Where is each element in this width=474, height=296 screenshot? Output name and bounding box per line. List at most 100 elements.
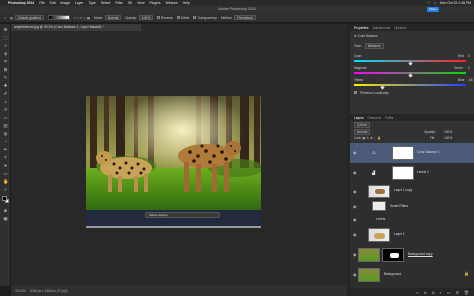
visibility-eye-icon[interactable]: ◉ [353, 252, 357, 257]
layer-mask-thumbnail[interactable] [392, 166, 414, 180]
object-selection-tool-icon[interactable]: ⬗ [3, 51, 8, 56]
preserve-luminosity-check[interactable] [354, 91, 357, 94]
foreground-color-swatch[interactable] [2, 196, 7, 201]
history-brush-tool-icon[interactable]: ↺ [3, 107, 8, 112]
link-layers-icon[interactable]: ∞ [416, 290, 419, 295]
menu-filter[interactable]: Filter [115, 1, 123, 5]
blend-mode-select[interactable]: Normal [354, 129, 371, 135]
frame-tool-icon[interactable]: ⊠ [3, 67, 8, 72]
yellow-blue-value[interactable]: -56 [468, 78, 473, 82]
gradient-tool-icon[interactable]: ▥ [3, 123, 8, 128]
menu-window[interactable]: Window [166, 1, 178, 5]
smart-filters-label[interactable]: Smart Filters [390, 204, 408, 208]
layer-row[interactable]: ◉ Layer 1 [350, 225, 474, 245]
visibility-eye-icon[interactable]: ◉ [353, 150, 357, 155]
menu-3d[interactable]: 3D [128, 1, 132, 5]
move-tool-icon[interactable]: ✥ [3, 27, 8, 32]
lock-icon[interactable]: 🔒 [464, 271, 469, 276]
menu-view[interactable]: View [137, 1, 144, 5]
path-selection-tool-icon[interactable]: ➤ [3, 163, 8, 168]
add-mask-icon[interactable]: ◘ [432, 290, 434, 295]
type-tool-icon[interactable]: T [3, 155, 8, 160]
rectangle-tool-icon[interactable]: ▭ [3, 171, 8, 176]
cyan-red-value[interactable]: 0 [468, 54, 470, 58]
color-swatches[interactable] [2, 196, 9, 203]
yellow-blue-slider[interactable] [354, 84, 466, 90]
filter-name[interactable]: Levels [376, 217, 385, 221]
smart-filter-mask-thumbnail[interactable] [372, 201, 386, 211]
layer-name[interactable]: Background copy [408, 252, 433, 256]
wifi-icon[interactable]: ◠ [427, 1, 430, 5]
menu-plugins[interactable]: Plugins [149, 1, 160, 5]
yellow-blue-slider-knob[interactable] [379, 84, 385, 90]
layer-mask-thumbnail[interactable] [382, 248, 404, 262]
lasso-tool-icon[interactable]: ↄ [3, 43, 8, 48]
tab-layers[interactable]: Layers [354, 116, 364, 120]
new-layer-icon[interactable]: ⊞ [456, 290, 459, 295]
visibility-eye-icon[interactable]: ◉ [353, 232, 357, 237]
visibility-eye-icon[interactable]: ◉ [353, 217, 357, 222]
share-button[interactable]: Share [427, 7, 439, 12]
menu-select[interactable]: Select [101, 1, 110, 5]
tone-select[interactable]: Midtones [364, 43, 384, 49]
select-subject-button[interactable]: Select subject [149, 213, 168, 217]
layer-row[interactable]: ◉ ▟ Levels 1 [350, 163, 474, 183]
mode-select[interactable]: Normal [104, 15, 122, 20]
group-folder-icon[interactable]: ▭ [447, 290, 451, 295]
layer-name[interactable]: Layer 1 [394, 232, 405, 236]
zoom-tool-icon[interactable]: ⌕ [3, 187, 8, 192]
transparency-checkbox[interactable]: Transparency [193, 16, 217, 20]
tab-adjustments[interactable]: Adjustments [373, 26, 391, 30]
reverse-checkbox[interactable]: Reverse [157, 16, 173, 20]
crop-tool-icon[interactable]: ⌗ [3, 59, 8, 64]
layer-name[interactable]: Layer 1 copy [394, 188, 412, 192]
contextual-task-bar[interactable]: Select subject [145, 212, 220, 218]
quick-mask-icon[interactable]: ◙ [3, 208, 8, 213]
gradient-type-icons[interactable]: ▭ ◐ ◸ ◇ ▦ [74, 16, 90, 20]
menu-help[interactable]: Help [183, 1, 190, 5]
marquee-tool-icon[interactable]: ⬚ [3, 35, 8, 40]
lock-icons[interactable]: ▦ ✎ ✥ ⬚ 🔒 [363, 136, 382, 140]
layer-name[interactable]: Levels 1 [417, 170, 429, 174]
layer-name[interactable]: Background [384, 272, 401, 276]
layer-row[interactable]: ◉ ⚖ Color Balance 1 [350, 143, 474, 163]
tab-channels[interactable]: Channels [368, 116, 381, 120]
clone-stamp-tool-icon[interactable]: ⊥ [3, 99, 8, 104]
layer-filter-kind[interactable]: Q Kind [354, 122, 370, 128]
search-icon[interactable]: ⌕ [434, 1, 436, 5]
document-tab[interactable]: amphibiekind.jpg @ 33.3% (Color Balance … [11, 24, 141, 31]
eyedropper-tool-icon[interactable]: ✎ [3, 75, 8, 80]
blur-tool-icon[interactable]: ◍ [3, 131, 8, 136]
menu-app-name[interactable]: Photoshop 2024 [8, 1, 34, 5]
cyan-red-slider[interactable] [354, 60, 466, 66]
adjustment-layer-icon[interactable]: ◐ [439, 290, 441, 295]
clock[interactable]: Mon Oct 23 1:48 PM [440, 1, 471, 5]
menu-layer[interactable]: Layer [75, 1, 83, 5]
fx-icon[interactable]: fx [424, 290, 427, 295]
menu-edit[interactable]: Edit [50, 1, 56, 5]
visibility-eye-icon[interactable]: ◉ [353, 272, 357, 277]
cyan-red-slider-knob[interactable] [407, 60, 413, 66]
layer-thumbnail[interactable] [368, 228, 390, 242]
magenta-green-value[interactable]: 0 [468, 66, 470, 70]
gradient-preset-select[interactable]: Classic gradient [14, 15, 44, 20]
layer-row[interactable]: ◉ Background copy [350, 245, 474, 265]
document-canvas-image[interactable] [86, 96, 261, 210]
magenta-green-slider[interactable] [354, 72, 466, 78]
brush-tool-icon[interactable]: ✐ [3, 91, 8, 96]
menu-file[interactable]: File [39, 1, 44, 5]
tab-libraries[interactable]: Libraries [394, 26, 406, 30]
dither-checkbox[interactable]: Dither [176, 16, 189, 20]
dodge-tool-icon[interactable]: ◔ [3, 139, 8, 144]
visibility-eye-icon[interactable]: ◉ [353, 204, 357, 209]
gradient-preview[interactable] [47, 15, 70, 20]
healing-brush-tool-icon[interactable]: ✚ [3, 83, 8, 88]
home-icon[interactable]: ⌂ [4, 16, 6, 20]
layer-name[interactable]: Color Balance 1 [417, 150, 440, 154]
layer-row[interactable]: ◉ Levels [350, 213, 474, 225]
eraser-tool-icon[interactable]: ▱ [3, 115, 8, 120]
screen-mode-icon[interactable]: ▣ [3, 216, 8, 221]
zoom-level[interactable]: 33.33% [15, 289, 26, 293]
tab-properties[interactable]: Properties [354, 26, 369, 30]
pen-tool-icon[interactable]: ✒ [3, 147, 8, 152]
